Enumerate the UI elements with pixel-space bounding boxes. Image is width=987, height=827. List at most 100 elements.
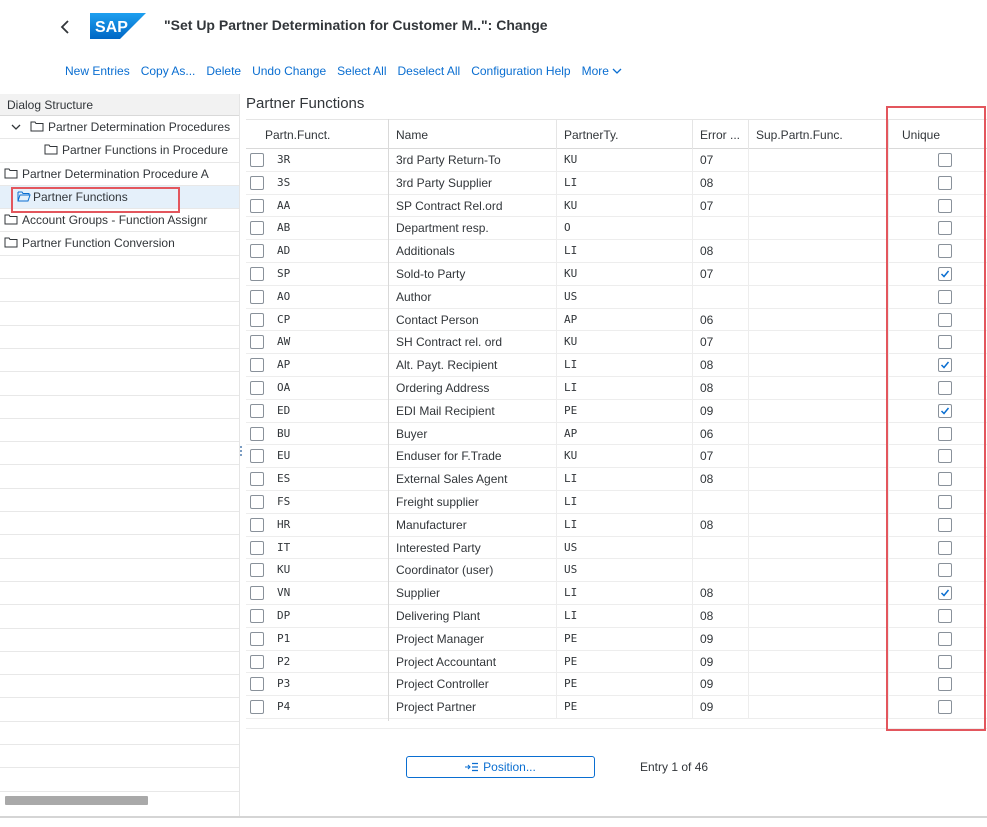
tree-item[interactable]: Partner Determination Procedures xyxy=(0,116,239,140)
unique-checkbox[interactable] xyxy=(938,312,952,327)
row-select-checkbox[interactable] xyxy=(250,540,264,555)
unique-checkbox[interactable] xyxy=(938,494,952,509)
unique-checkbox[interactable] xyxy=(938,700,952,715)
pane-splitter[interactable] xyxy=(240,446,242,456)
unique-checkbox[interactable] xyxy=(938,266,952,281)
copy-as-button[interactable]: Copy As... xyxy=(141,64,196,78)
tree-item[interactable]: Partner Functions xyxy=(0,185,239,210)
row-select-checkbox[interactable] xyxy=(250,677,264,692)
row-select-checkbox[interactable] xyxy=(250,700,264,715)
table-row[interactable]: ES External Sales Agent LI 08 xyxy=(246,468,987,491)
unique-checkbox[interactable] xyxy=(938,677,952,692)
table-row[interactable]: P3 Project Controller PE 09 xyxy=(246,673,987,697)
table-row[interactable]: AO Author US xyxy=(246,285,987,309)
table-row[interactable]: EU Enduser for F.Trade KU 07 xyxy=(246,445,987,469)
table-row[interactable]: P2 Project Accountant PE 09 xyxy=(246,650,987,674)
table-row[interactable]: VN Supplier LI 08 xyxy=(246,582,987,605)
row-select-checkbox[interactable] xyxy=(250,153,264,167)
row-select-checkbox[interactable] xyxy=(250,175,264,190)
more-button[interactable]: More xyxy=(582,64,622,78)
row-select-checkbox[interactable] xyxy=(250,426,264,441)
tree-item[interactable]: Account Groups - Function Assignr xyxy=(0,209,239,233)
tree-item[interactable]: Partner Determination Procedure A xyxy=(0,163,239,186)
unique-checkbox[interactable] xyxy=(938,517,952,532)
table-row[interactable]: CP Contact Person AP 06 xyxy=(246,308,987,332)
row-select-checkbox[interactable] xyxy=(250,608,264,623)
unique-checkbox[interactable] xyxy=(938,175,952,190)
configuration-help-button[interactable]: Configuration Help xyxy=(471,64,570,78)
row-select-checkbox[interactable] xyxy=(250,266,264,281)
column-header-sup-partn-func[interactable]: Sup.Partn.Func. xyxy=(748,120,888,150)
row-select-checkbox[interactable] xyxy=(250,517,264,532)
row-select-checkbox[interactable] xyxy=(250,380,264,395)
deselect-all-button[interactable]: Deselect All xyxy=(398,64,461,78)
unique-checkbox[interactable] xyxy=(938,654,952,669)
row-select-checkbox[interactable] xyxy=(250,449,264,464)
row-select-checkbox[interactable] xyxy=(250,358,264,373)
table-row[interactable]: P4 Project Partner PE 09 xyxy=(246,696,987,719)
position-button[interactable]: Position... xyxy=(406,756,595,778)
table-row[interactable]: DP Delivering Plant LI 08 xyxy=(246,604,987,628)
column-header-error[interactable]: Error ... xyxy=(692,120,748,150)
column-header-name[interactable]: Name xyxy=(388,120,556,150)
unique-checkbox[interactable] xyxy=(938,472,952,487)
table-row[interactable]: P1 Project Manager PE 09 xyxy=(246,627,987,651)
row-select-checkbox[interactable] xyxy=(250,472,264,487)
unique-checkbox[interactable] xyxy=(938,289,952,304)
column-header-unique[interactable]: Unique xyxy=(888,120,987,150)
unique-checkbox[interactable] xyxy=(938,586,952,601)
unique-checkbox[interactable] xyxy=(938,358,952,373)
unique-checkbox[interactable] xyxy=(938,335,952,350)
chevron-down-icon[interactable] xyxy=(11,122,21,132)
row-select-checkbox[interactable] xyxy=(250,221,264,236)
table-row[interactable]: 3S 3rd Party Supplier LI 08 xyxy=(246,171,987,195)
row-select-checkbox[interactable] xyxy=(250,335,264,350)
table-row[interactable]: AW SH Contract rel. ord KU 07 xyxy=(246,331,987,355)
row-select-checkbox[interactable] xyxy=(250,494,264,509)
column-header-partn-funct[interactable]: Partn.Funct. xyxy=(258,120,388,150)
row-select-checkbox[interactable] xyxy=(250,586,264,601)
tree-item[interactable]: Partner Function Conversion xyxy=(0,232,239,256)
table-row[interactable]: AP Alt. Payt. Recipient LI 08 xyxy=(246,354,987,377)
unique-checkbox[interactable] xyxy=(938,198,952,213)
table-row[interactable]: FS Freight supplier LI xyxy=(246,490,987,514)
tree-item[interactable]: Partner Functions in Procedure xyxy=(0,139,239,163)
back-button[interactable] xyxy=(56,14,76,40)
table-row[interactable]: KU Coordinator (user) US xyxy=(246,559,987,583)
unique-checkbox[interactable] xyxy=(938,608,952,623)
row-select-checkbox[interactable] xyxy=(250,563,264,578)
table-row[interactable]: AD Additionals LI 08 xyxy=(246,240,987,263)
row-select-checkbox[interactable] xyxy=(250,312,264,327)
undo-change-button[interactable]: Undo Change xyxy=(252,64,326,78)
unique-checkbox[interactable] xyxy=(938,426,952,441)
table-row[interactable]: OA Ordering Address LI 08 xyxy=(246,376,987,400)
table-row[interactable]: 3R 3rd Party Return-To KU 07 xyxy=(246,149,987,172)
table-row[interactable]: IT Interested Party US xyxy=(246,536,987,560)
unique-checkbox[interactable] xyxy=(938,449,952,464)
unique-checkbox[interactable] xyxy=(938,380,952,395)
row-select-checkbox[interactable] xyxy=(250,198,264,213)
table-row[interactable]: HR Manufacturer LI 08 xyxy=(246,513,987,537)
table-row[interactable]: ED EDI Mail Recipient PE 09 xyxy=(246,399,987,423)
unique-checkbox[interactable] xyxy=(938,540,952,555)
unique-checkbox[interactable] xyxy=(938,563,952,578)
unique-checkbox[interactable] xyxy=(938,631,952,646)
table-row[interactable]: BU Buyer AP 06 xyxy=(246,422,987,446)
table-row[interactable]: SP Sold-to Party KU 07 xyxy=(246,262,987,286)
row-select-checkbox[interactable] xyxy=(250,403,264,418)
table-row[interactable]: AB Department resp. O xyxy=(246,217,987,241)
row-select-checkbox[interactable] xyxy=(250,654,264,669)
unique-checkbox[interactable] xyxy=(938,244,952,259)
row-select-checkbox[interactable] xyxy=(250,244,264,259)
table-row[interactable]: AA SP Contract Rel.ord KU 07 xyxy=(246,194,987,218)
select-all-button[interactable]: Select All xyxy=(337,64,386,78)
delete-button[interactable]: Delete xyxy=(206,64,241,78)
column-header-partner-type[interactable]: PartnerTy. xyxy=(556,120,692,150)
unique-checkbox[interactable] xyxy=(938,153,952,167)
new-entries-button[interactable]: New Entries xyxy=(65,64,130,78)
unique-checkbox[interactable] xyxy=(938,403,952,418)
unique-checkbox[interactable] xyxy=(938,221,952,236)
row-select-checkbox[interactable] xyxy=(250,289,264,304)
row-select-checkbox[interactable] xyxy=(250,631,264,646)
tree-horizontal-scrollbar[interactable] xyxy=(5,796,148,805)
